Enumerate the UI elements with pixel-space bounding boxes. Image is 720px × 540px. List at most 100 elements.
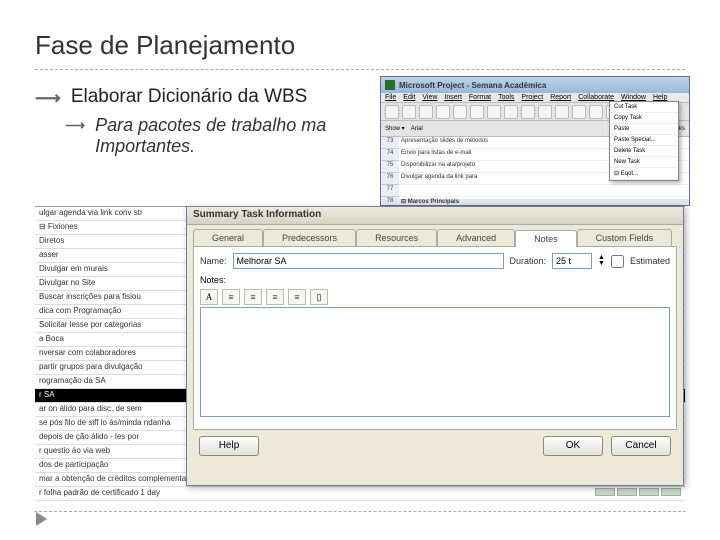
menu-insert[interactable]: Insert: [444, 94, 462, 101]
row-label: r folha padrão de certificado 1 day: [39, 488, 160, 499]
tab-resources[interactable]: Resources: [356, 229, 437, 246]
menu-report[interactable]: Report: [550, 94, 571, 101]
sub-bullet-text: Para pacotes de trabalho ma: [95, 115, 326, 136]
align-left-icon[interactable]: ≡: [222, 289, 240, 305]
align-right-icon[interactable]: ≡: [266, 289, 284, 305]
toolbar-button[interactable]: [385, 105, 399, 119]
row-label: ulgar agenda via link conv str: [39, 208, 143, 219]
toolbar-button[interactable]: [453, 105, 467, 119]
tab-custom-fields[interactable]: Custom Fields: [577, 229, 673, 246]
bullet-icon: ⟶: [35, 88, 61, 109]
row-label: dos de participação: [39, 460, 108, 471]
slide-title: Fase de Planejamento: [35, 30, 685, 61]
bullet-text: Elaborar Dicionário da WBS: [71, 86, 308, 108]
row-num: 76: [381, 173, 399, 185]
toolbar-button[interactable]: [419, 105, 433, 119]
ok-button[interactable]: OK: [543, 436, 603, 456]
context-item-copy[interactable]: Copy Task: [610, 113, 678, 124]
row-label: dica com Programação: [39, 306, 121, 317]
row-label: ⊟ Fixiones: [39, 222, 78, 233]
duration-spinner[interactable]: ▲▼: [598, 255, 605, 267]
project-title-text: Microsoft Project - Semana Acadêmica: [399, 81, 546, 90]
toolbar-button[interactable]: [470, 105, 484, 119]
toolbar-button[interactable]: [521, 105, 535, 119]
row-label: Divulgar no Site: [39, 278, 95, 289]
title-divider: [35, 69, 685, 70]
menu-collaborate[interactable]: Collaborate: [578, 94, 614, 101]
table-row[interactable]: r folha padrão de certificado 1 day: [35, 487, 685, 501]
align-center-icon[interactable]: ≡: [244, 289, 262, 305]
context-item-cut[interactable]: Cut Task: [610, 102, 678, 113]
task-row[interactable]: [399, 185, 689, 197]
bullet-list-icon[interactable]: ≡: [288, 289, 306, 305]
menu-edit[interactable]: Edit: [403, 94, 415, 101]
toolbar-button[interactable]: [487, 105, 501, 119]
context-item-new[interactable]: New Task: [610, 157, 678, 168]
dialog-title: Summary Task Information: [187, 207, 683, 225]
project-app-icon: [385, 80, 395, 90]
notes-textarea[interactable]: [200, 307, 670, 417]
row-label: asser: [39, 250, 59, 261]
bottom-divider: [34, 511, 686, 512]
notes-label: Notes:: [200, 275, 670, 285]
row-label: depois de ção álido - les por: [39, 432, 139, 443]
notes-toolbar: A ≡ ≡ ≡ ≡ ▯: [200, 287, 670, 307]
row-label: r SA: [39, 390, 55, 401]
context-item-delete[interactable]: Delete Task: [610, 146, 678, 157]
menu-help[interactable]: Help: [653, 94, 667, 101]
font-button[interactable]: A: [200, 289, 218, 305]
context-item-eqot[interactable]: ⊟ Eqot...: [610, 168, 678, 180]
menu-tools[interactable]: Tools: [498, 94, 514, 101]
tab-advanced[interactable]: Advanced: [437, 229, 515, 246]
row-label: ar on álido para disc. de sem: [39, 404, 142, 415]
menu-format[interactable]: Format: [469, 94, 491, 101]
tab-notes[interactable]: Notes: [515, 230, 577, 247]
ms-project-window: Microsoft Project - Semana Acadêmica Fil…: [380, 76, 690, 206]
toolbar-button[interactable]: [572, 105, 586, 119]
estimated-checkbox[interactable]: [611, 255, 624, 268]
toolbar-button[interactable]: [504, 105, 518, 119]
name-row: Name: Duration: ▲▼ Estimated: [200, 253, 670, 269]
insert-object-icon[interactable]: ▯: [310, 289, 328, 305]
duration-input[interactable]: [552, 253, 592, 269]
row-label: Buscar inscrições para fisiou: [39, 292, 141, 303]
name-input[interactable]: [233, 253, 504, 269]
toolbar-button[interactable]: [402, 105, 416, 119]
row-label: rogramação da SA: [39, 376, 106, 387]
name-label: Name:: [200, 256, 227, 266]
help-button[interactable]: Help: [199, 436, 259, 456]
row-label: nversar com colaboradores: [39, 348, 136, 359]
row-num: 77: [381, 185, 399, 197]
duration-label: Duration:: [510, 256, 547, 266]
toolbar-button[interactable]: [538, 105, 552, 119]
context-item-paste[interactable]: Paste: [610, 124, 678, 135]
show-dropdown[interactable]: Show ▾: [385, 125, 405, 132]
menu-window[interactable]: Window: [621, 94, 646, 101]
gantt-bars: [595, 488, 681, 499]
context-item-paste-special[interactable]: Paste Special...: [610, 135, 678, 146]
cancel-button[interactable]: Cancel: [611, 436, 671, 456]
context-menu[interactable]: Cut Task Copy Task Paste Paste Special..…: [609, 101, 679, 181]
row-label: partir grupos para divulgação: [39, 362, 143, 373]
row-label: Divulgar em murais: [39, 264, 108, 275]
row-label: a Boca: [39, 334, 64, 345]
toolbar-button[interactable]: [436, 105, 450, 119]
row-label: se pós filo de siff lo ás/minda ndanha: [39, 418, 171, 429]
tab-predecessors[interactable]: Predecessors: [263, 229, 356, 246]
project-titlebar: Microsoft Project - Semana Acadêmica: [381, 77, 689, 93]
play-triangle-icon: [36, 512, 47, 526]
dialog-notes-panel: Name: Duration: ▲▼ Estimated Notes: A ≡ …: [193, 246, 677, 430]
toolbar-button[interactable]: [589, 105, 603, 119]
font-dropdown[interactable]: Arial: [411, 126, 423, 132]
sub-bullet-icon: ⟶: [65, 117, 85, 134]
menu-view[interactable]: View: [422, 94, 437, 101]
sub-bullet-text-2: Importantes.: [95, 136, 326, 157]
toolbar-button[interactable]: [555, 105, 569, 119]
estimated-label: Estimated: [630, 256, 670, 266]
menu-project[interactable]: Project: [521, 94, 543, 101]
dialog-tabs: General Predecessors Resources Advanced …: [187, 225, 683, 246]
row-num: 75: [381, 161, 399, 173]
menu-file[interactable]: File: [385, 94, 396, 101]
tab-general[interactable]: General: [193, 229, 263, 246]
row-label: Solicitar lesse por categorias: [39, 320, 141, 331]
